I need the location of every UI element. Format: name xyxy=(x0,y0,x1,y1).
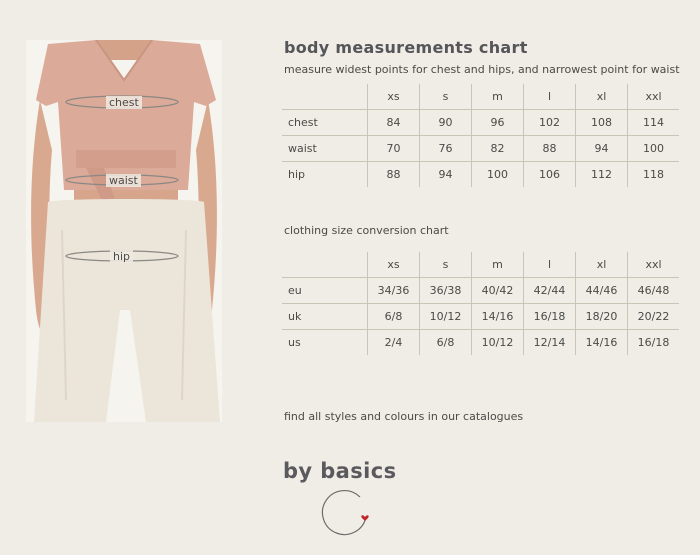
table-cell: 102 xyxy=(523,109,576,136)
table-cell: 42/44 xyxy=(523,277,576,304)
table-row: waist 70 76 82 88 94 100 xyxy=(282,135,679,162)
table-cell: 94 xyxy=(575,135,628,162)
size-header: s xyxy=(419,252,472,278)
size-header: xxl xyxy=(627,84,679,110)
table-cell: 114 xyxy=(627,109,679,136)
table-cell: 70 xyxy=(367,135,420,162)
table-cell: 90 xyxy=(419,109,472,136)
table-cell: 2/4 xyxy=(367,329,420,355)
model-photo: chest waist hip xyxy=(26,40,222,422)
table-row: chest 84 90 96 102 108 114 xyxy=(282,109,679,136)
row-label: us xyxy=(282,329,368,355)
size-header: l xyxy=(523,252,576,278)
table-cell: 20/22 xyxy=(627,303,679,330)
table-cell: 46/48 xyxy=(627,277,679,304)
brand-logo-icon xyxy=(321,490,369,536)
row-label: chest xyxy=(282,109,368,136)
body-chart-title: body measurements chart xyxy=(284,38,528,57)
table-cell: 100 xyxy=(627,135,679,162)
table-row: us 2/4 6/8 10/12 12/14 14/16 16/18 xyxy=(282,329,679,355)
table-row: eu 34/36 36/38 40/42 42/44 44/46 46/48 xyxy=(282,277,679,304)
table-cell: 88 xyxy=(523,135,576,162)
table-cell: 82 xyxy=(471,135,524,162)
table-cell: 6/8 xyxy=(367,303,420,330)
table-cell: 10/12 xyxy=(471,329,524,355)
size-header: m xyxy=(471,252,524,278)
table-header-row: xs s m l xl xxl xyxy=(282,84,679,110)
table-cell: 96 xyxy=(471,109,524,136)
hip-label: hip xyxy=(110,250,134,263)
table-row: uk 6/8 10/12 14/16 16/18 18/20 20/22 xyxy=(282,303,679,330)
waist-label: waist xyxy=(106,174,141,187)
body-chart-subtitle: measure widest points for chest and hips… xyxy=(284,63,680,76)
chest-label: chest xyxy=(106,96,142,109)
table-cell: 34/36 xyxy=(367,277,420,304)
table-header-row: xs s m l xl xxl xyxy=(282,252,679,278)
table-cell: 40/42 xyxy=(471,277,524,304)
table-cell: 14/16 xyxy=(471,303,524,330)
table-cell: 112 xyxy=(575,161,628,187)
size-header: m xyxy=(471,84,524,110)
size-header: xs xyxy=(367,252,420,278)
row-label: eu xyxy=(282,277,368,304)
size-header: xl xyxy=(575,84,628,110)
row-label: waist xyxy=(282,135,368,162)
table-cell: 108 xyxy=(575,109,628,136)
table-cell: 100 xyxy=(471,161,524,187)
table-cell: 16/18 xyxy=(627,329,679,355)
table-corner xyxy=(282,84,368,110)
table-cell: 44/46 xyxy=(575,277,628,304)
body-measurements-table: xs s m l xl xxl chest 84 90 96 102 108 1… xyxy=(282,84,679,187)
table-cell: 106 xyxy=(523,161,576,187)
table-cell: 18/20 xyxy=(575,303,628,330)
catalogue-note: find all styles and colours in our catal… xyxy=(284,410,524,423)
table-cell: 94 xyxy=(419,161,472,187)
size-header: l xyxy=(523,84,576,110)
size-conversion-table: xs s m l xl xxl eu 34/36 36/38 40/42 42/… xyxy=(282,252,679,355)
table-corner xyxy=(282,252,368,278)
table-cell: 10/12 xyxy=(419,303,472,330)
row-label: uk xyxy=(282,303,368,330)
table-row: hip 88 94 100 106 112 118 xyxy=(282,161,679,187)
table-cell: 36/38 xyxy=(419,277,472,304)
table-cell: 84 xyxy=(367,109,420,136)
table-cell: 14/16 xyxy=(575,329,628,355)
table-cell: 118 xyxy=(627,161,679,187)
table-cell: 6/8 xyxy=(419,329,472,355)
size-header: s xyxy=(419,84,472,110)
conversion-chart-title: clothing size conversion chart xyxy=(284,224,449,237)
size-header: xl xyxy=(575,252,628,278)
table-cell: 16/18 xyxy=(523,303,576,330)
table-cell: 12/14 xyxy=(523,329,576,355)
brand-name: by basics xyxy=(283,459,397,483)
size-header: xxl xyxy=(627,252,679,278)
row-label: hip xyxy=(282,161,368,187)
size-header: xs xyxy=(367,84,420,110)
heart-icon xyxy=(361,515,369,521)
table-cell: 88 xyxy=(367,161,420,187)
table-cell: 76 xyxy=(419,135,472,162)
